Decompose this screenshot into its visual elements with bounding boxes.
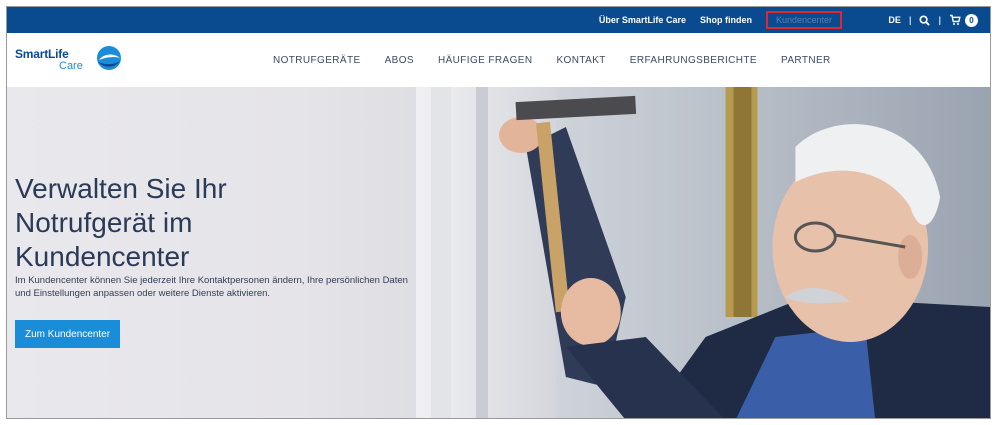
hero-banner: Verwalten Sie Ihr Notrufgerät im Kundenc… bbox=[7, 87, 990, 418]
main-menu: NOTRUFGERÄTE ABOS HÄUFIGE FRAGEN KONTAKT… bbox=[273, 33, 831, 87]
search-icon[interactable] bbox=[919, 14, 931, 26]
smartlife-logo-mark bbox=[97, 46, 121, 70]
separator: | bbox=[908, 15, 912, 25]
link-about[interactable]: Über SmartLife Care bbox=[599, 15, 686, 25]
hero-headline-line: Notrufgerät im bbox=[15, 206, 193, 238]
nav-item-testimonials[interactable]: ERFAHRUNGSBERICHTE bbox=[630, 55, 757, 66]
separator: | bbox=[938, 15, 941, 25]
page-frame: Über SmartLife Care Shop finden Kundence… bbox=[6, 6, 991, 419]
smartlife-logo[interactable]: SmartLife Care bbox=[15, 45, 125, 79]
link-find-shop[interactable]: Shop finden bbox=[700, 15, 752, 25]
language-selector[interactable]: DE bbox=[888, 15, 901, 25]
link-customer-center[interactable]: Kundencenter bbox=[765, 11, 842, 29]
nav-item-devices[interactable]: NOTRUFGERÄTE bbox=[273, 55, 361, 66]
main-navigation: SmartLife Care NOTRUFGERÄTE ABOS HÄUFIGE… bbox=[7, 33, 990, 87]
utility-right: DE | | 0 bbox=[888, 7, 978, 33]
hero-description: Im Kundencenter können Sie jederzeit Ihr… bbox=[15, 274, 408, 299]
customer-center-button[interactable]: Zum Kundencenter bbox=[15, 320, 121, 348]
top-utility-bar: Über SmartLife Care Shop finden Kundence… bbox=[7, 7, 990, 33]
logo-text-care: Care bbox=[59, 60, 83, 72]
nav-item-subscriptions[interactable]: ABOS bbox=[385, 55, 414, 66]
hero-headline-line: Verwalten Sie Ihr bbox=[15, 172, 227, 204]
cart-count-badge: 0 bbox=[965, 13, 978, 27]
nav-item-faq[interactable]: HÄUFIGE FRAGEN bbox=[438, 55, 533, 66]
hero-headline: Verwalten Sie Ihr Notrufgerät im Kundenc… bbox=[15, 172, 395, 274]
nav-item-contact[interactable]: KONTAKT bbox=[556, 55, 605, 66]
hero-headline-line: Kundencenter bbox=[15, 240, 190, 272]
nav-item-partner[interactable]: PARTNER bbox=[781, 55, 831, 66]
utility-links: Über SmartLife Care Shop finden Kundence… bbox=[599, 7, 842, 33]
logo-text-smartlife: SmartLife bbox=[15, 47, 69, 61]
cart-icon[interactable] bbox=[949, 14, 961, 26]
